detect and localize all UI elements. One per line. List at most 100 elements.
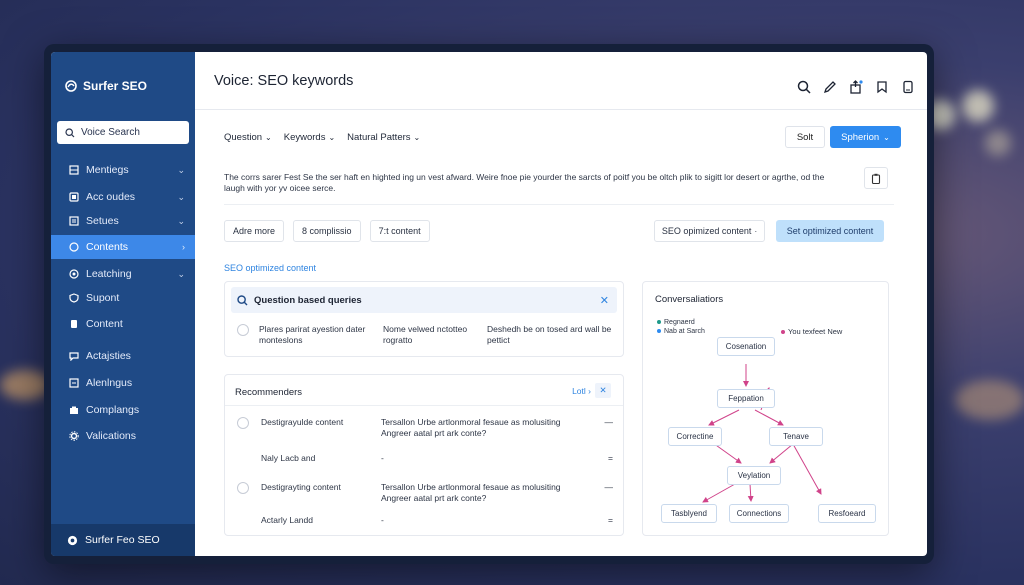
edit-icon[interactable] (823, 80, 837, 94)
brand-name: Surfer SEO (83, 79, 148, 93)
search-placeholder: Voice Search (81, 127, 140, 138)
chip-adre-more[interactable]: Adre more (224, 220, 285, 242)
list-icon (69, 378, 79, 388)
sidebar-item-acc-oudes[interactable]: Acc oudes ⌄ (51, 185, 195, 209)
question-col1: Plares parirat ayestion dater monteslons (259, 324, 383, 346)
row-title: Actarly Landd (261, 515, 313, 525)
sidebar-item-complangs[interactable]: Complangs (51, 398, 195, 422)
chip-content[interactable]: 7:t content (369, 220, 430, 242)
row-desc: Tersallon Urbe artlonmoral fesaue as mol… (381, 482, 601, 504)
chevron-down-icon: ⌄ (177, 191, 185, 202)
divider (224, 204, 894, 205)
table-row[interactable]: Naly Lacb and - = (237, 453, 613, 464)
recommendations-title: Recommenders (235, 387, 303, 398)
close-icon[interactable]: ✕ (595, 383, 611, 398)
filter-keywords[interactable]: Keywords ⌄ (284, 132, 335, 143)
sidebar-item-contents[interactable]: Contents › (51, 235, 195, 259)
solt-button[interactable]: Solt (785, 126, 825, 148)
graph-edge (702, 483, 736, 503)
sidebar-item-label: Contents (86, 241, 129, 253)
chevron-down-icon: ⌄ (883, 132, 890, 142)
sidebar-item-leatching[interactable]: Leatching ⌄ (51, 262, 195, 286)
graph-node[interactable]: Correctine (668, 427, 722, 446)
device-icon[interactable] (901, 80, 915, 94)
row-desc: Tersallon Urbe artlonmoral fesaue as mol… (381, 417, 601, 439)
surfer-logo-icon (65, 80, 77, 92)
desc-line: Tersallon Urbe artlonmoral fesaue as mol… (381, 482, 561, 492)
chevron-right-icon: › (182, 242, 185, 252)
box-icon (69, 192, 79, 202)
radio-button[interactable] (237, 324, 249, 336)
chevron-down-icon: ⌄ (328, 133, 336, 142)
sidebar-item-supont[interactable]: Supont (51, 286, 195, 310)
question-col2: Nome velwed nctotteo rogratto (383, 324, 487, 346)
bookmark-icon[interactable] (875, 80, 889, 94)
sidebar-item-label: Content (86, 318, 123, 330)
list-item[interactable]: Plares parirat ayestion dater monteslons… (237, 324, 627, 346)
graph-edge (754, 409, 784, 426)
copy-button[interactable] (864, 167, 888, 189)
graph-node[interactable]: Resfoeard (818, 504, 876, 523)
ctrl-label: Lotl (572, 385, 586, 396)
chevron-down-icon: ⌄ (177, 164, 185, 175)
set-optimized-button[interactable]: Set optimized content (776, 220, 884, 242)
table-row[interactable]: Destigrayulde content Tersallon Urbe art… (237, 417, 613, 439)
sidebar-item-label: Acc oudes (86, 191, 136, 203)
sidebar-item-mentiegs[interactable]: Mentiegs ⌄ (51, 158, 195, 182)
questions-header: Question based queries ✕ (231, 287, 617, 313)
share-icon[interactable] (849, 80, 863, 94)
close-icon[interactable]: ✕ (600, 294, 609, 307)
chat-icon (69, 242, 79, 252)
sidebar-item-setues[interactable]: Setues ⌄ (51, 209, 195, 233)
search-icon (65, 127, 75, 137)
sidebar-footer[interactable]: Surfer Feo SEO (51, 524, 195, 556)
settings-icon (69, 216, 79, 226)
section-link[interactable]: SEO optimized content (224, 263, 316, 273)
page-title: Voice: SEO keywords (214, 72, 354, 89)
filter-bar: Question ⌄ Keywords ⌄ Natural Patters ⌄ (224, 132, 420, 143)
sidebar-item-alenlngus[interactable]: Alenlngus (51, 371, 195, 395)
graph-edge (747, 483, 754, 502)
sidebar-item-valications[interactable]: Valications (51, 424, 195, 448)
row-menu-icon[interactable]: — (605, 482, 614, 504)
filter-label: Question (224, 132, 263, 143)
graph-node[interactable]: Tasblyend (661, 504, 717, 523)
graph-node[interactable]: Tenave (769, 427, 823, 446)
footer-label: Surfer Feo SEO (85, 534, 160, 546)
search-icon[interactable] (797, 80, 811, 94)
row-menu-icon[interactable]: = (608, 515, 613, 526)
desc-line: Angreer aatal prt ark conte? (381, 493, 487, 503)
graph-node[interactable]: Connections (729, 504, 789, 523)
chip-complissio[interactable]: 8 complissio (293, 220, 361, 242)
table-row[interactable]: Destigrayting content Tersallon Urbe art… (237, 482, 613, 504)
spherion-button[interactable]: Spherion ⌄ (830, 126, 901, 148)
gear-icon (69, 431, 79, 441)
graph-node[interactable]: Cosenation (717, 337, 775, 356)
sidebar-search-input[interactable]: Voice Search (57, 121, 189, 144)
graph-edge (769, 443, 794, 464)
brand[interactable]: Surfer SEO (51, 52, 195, 93)
filter-label: Natural Patters (347, 132, 411, 143)
table-row[interactable]: Actarly Landd - = (237, 515, 613, 526)
filter-natural-patters[interactable]: Natural Patters ⌄ (347, 132, 420, 143)
sidebar-item-label: Supont (86, 292, 120, 304)
graph-edge (712, 442, 742, 464)
filter-question[interactable]: Question ⌄ (224, 132, 272, 143)
radio-button[interactable] (237, 417, 249, 429)
radio-button[interactable] (237, 482, 249, 494)
graph-node[interactable]: Veylation (727, 466, 781, 485)
graph-edge (792, 443, 822, 495)
sidebar-item-actajsties[interactable]: Actajsties (51, 344, 195, 368)
content-type-select[interactable]: SEO opimized content · (654, 220, 765, 242)
row-menu-icon[interactable]: = (608, 453, 613, 464)
graph-edges (702, 364, 822, 503)
clipboard-icon (871, 173, 881, 184)
shield-icon (69, 293, 79, 303)
list-toggle[interactable]: Lotl › (572, 386, 591, 396)
chevron-down-icon: ⌄ (265, 133, 272, 142)
sidebar-item-content[interactable]: Content (51, 312, 195, 336)
chevron-down-icon: ⌄ (177, 268, 185, 279)
row-menu-icon[interactable]: — (605, 417, 614, 439)
graph-node[interactable]: Feppation (717, 389, 775, 408)
